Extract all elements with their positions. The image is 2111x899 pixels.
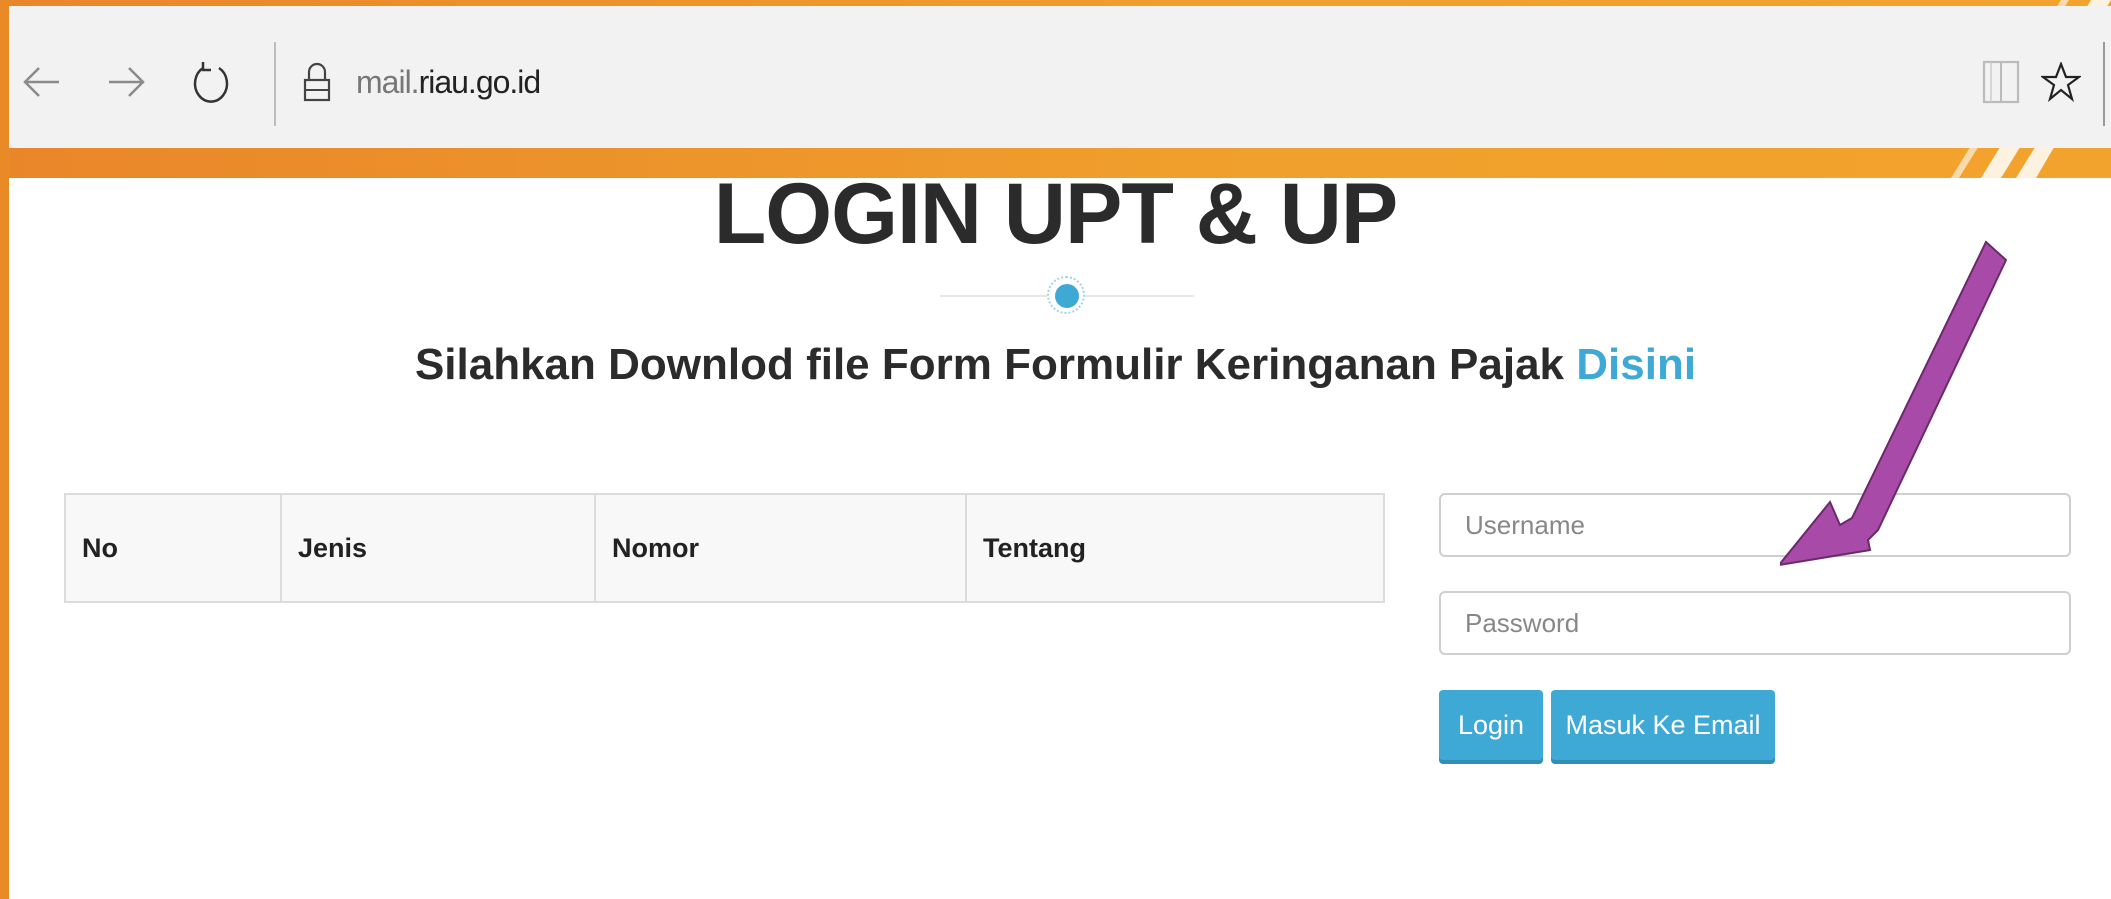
table-header-row: No Jenis Nomor Tentang [64,493,1385,603]
url-prefix: mail. [356,64,420,100]
column-header-no: No [64,493,282,603]
toolbar-separator-right [2103,42,2105,126]
refresh-icon [193,62,229,103]
browser-toolbar: mail.riau.go.id [9,6,2111,148]
slide-frame-left [0,0,9,899]
url-domain: riau.go.id [418,64,542,100]
lock-icon [303,62,331,102]
back-arrow-icon [23,67,59,97]
address-bar[interactable]: mail.riau.go.id [356,64,542,101]
forward-arrow-icon [109,67,145,97]
password-input[interactable] [1439,591,2071,655]
username-input[interactable] [1439,493,2071,557]
reading-view-button[interactable] [1971,52,2031,112]
column-header-tentang: Tentang [965,493,1385,603]
toolbar-separator [274,42,276,126]
page-title: LOGIN UPT & UP [713,166,1399,262]
download-link[interactable]: Disini [1576,340,1696,389]
download-instruction-text: Silahkan Downlod file Form Formulir Keri… [414,340,1565,389]
forward-button[interactable] [97,52,157,112]
documents-table: No Jenis Nomor Tentang [64,493,1385,603]
back-button[interactable] [11,52,71,112]
column-header-nomor: Nomor [594,493,967,603]
favorite-button[interactable] [2031,52,2091,112]
reading-view-icon [1982,60,2020,104]
login-button[interactable]: Login [1439,690,1543,760]
email-login-button[interactable]: Masuk Ke Email [1551,690,1775,760]
column-header-jenis: Jenis [280,493,596,603]
favorite-star-icon [2041,62,2081,102]
divider-dot [1055,284,1079,308]
security-indicator[interactable] [287,52,347,112]
refresh-button[interactable] [181,52,241,112]
download-instruction: Silahkan Downlod file Form Formulir Keri… [0,340,2111,390]
